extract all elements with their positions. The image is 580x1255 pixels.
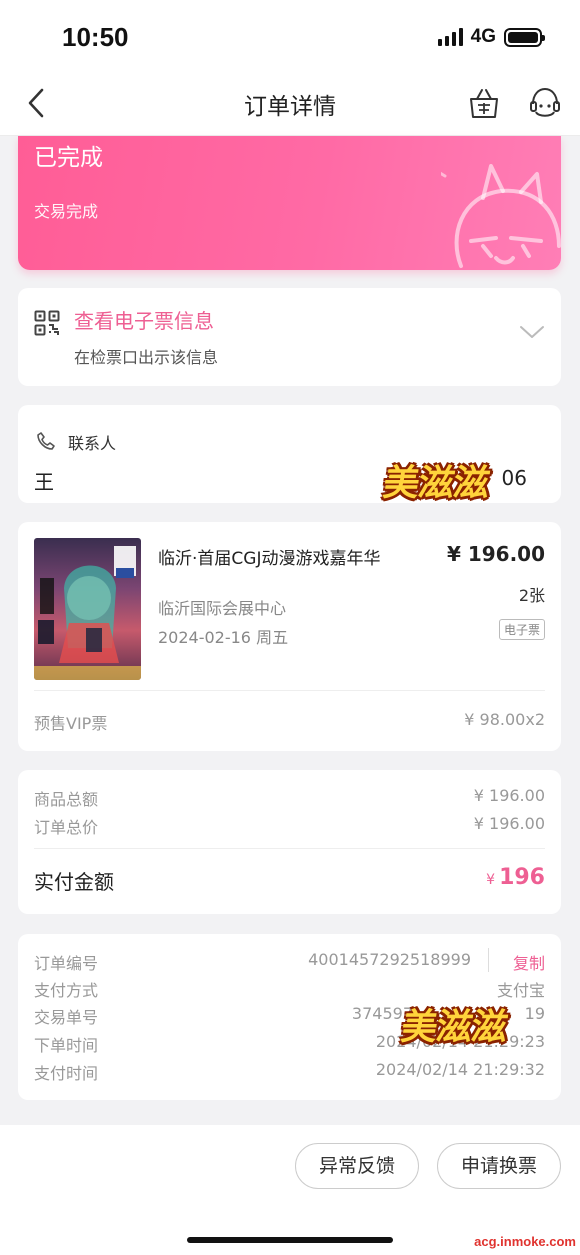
- trade-no-tail: 19: [524, 1004, 545, 1023]
- mascot-illustration: [441, 164, 561, 268]
- copy-button[interactable]: 复制: [513, 950, 545, 974]
- feedback-button[interactable]: 异常反馈: [295, 1143, 419, 1189]
- status-time: 10:50: [62, 22, 129, 52]
- e-ticket-card[interactable]: 查看电子票信息 在检票口出示该信息: [18, 288, 561, 386]
- order-no-value: 4001457292518999: [308, 950, 471, 969]
- paid-amount-value: ¥196: [486, 865, 545, 890]
- network-type: 4G: [470, 26, 496, 47]
- contact-name: 王: [34, 470, 54, 494]
- chevron-down-icon[interactable]: [519, 322, 545, 342]
- pay-method-label: 支付方式: [34, 981, 99, 1000]
- product-price: ¥ 196.00: [446, 542, 545, 566]
- exchange-ticket-button[interactable]: 申请换票: [437, 1143, 561, 1189]
- paid-amount-label: 实付金额: [34, 870, 114, 894]
- order-status-title: 已完成: [34, 145, 103, 171]
- product-venue: 临沂国际会展中心: [158, 599, 287, 618]
- home-indicator[interactable]: [187, 1237, 393, 1243]
- status-bar: 10:50 4G: [0, 0, 580, 72]
- product-card[interactable]: 临沂·首届CGJ动漫游戏嘉年华 ¥ 196.00 2张 临沂国际会展中心 202…: [18, 522, 561, 751]
- event-poster: [34, 538, 141, 680]
- paid-currency: ¥: [486, 872, 496, 888]
- order-status-card: 已完成 交易完成: [18, 136, 561, 270]
- paid-amount: 196: [499, 865, 545, 890]
- amount-card: 商品总额 ¥ 196.00 订单总价 ¥ 196.00 实付金额 ¥196: [18, 770, 561, 914]
- divider: [34, 848, 545, 849]
- pay-time-value: 2024/02/14 21:29:32: [375, 1060, 545, 1079]
- goods-total-label: 商品总额: [34, 790, 99, 809]
- pay-time-label: 支付时间: [34, 1064, 99, 1083]
- copy-separator: [488, 948, 489, 972]
- shopping-bag-icon[interactable]: [467, 86, 501, 120]
- order-time-label: 下单时间: [34, 1036, 99, 1055]
- product-date: 2024-02-16 周五: [158, 628, 289, 647]
- order-total-value: ¥ 196.00: [473, 814, 545, 833]
- status-indicators: 4G: [437, 26, 545, 48]
- signal-icon: [437, 28, 463, 46]
- site-watermark: acg.inmoke.com: [474, 1234, 576, 1249]
- goods-total-value: ¥ 196.00: [473, 786, 545, 805]
- nav-bar: 订单详情: [0, 72, 580, 136]
- watermark: 美滋滋: [380, 463, 492, 504]
- order-no-label: 订单编号: [34, 954, 99, 973]
- contact-phone: 06: [501, 466, 527, 490]
- trade-no-label: 交易单号: [34, 1008, 99, 1027]
- e-ticket-subtitle: 在检票口出示该信息: [74, 348, 219, 367]
- product-quantity: 2张: [518, 586, 545, 605]
- product-name: 临沂·首届CGJ动漫游戏嘉年华: [158, 549, 381, 569]
- order-status-subtitle: 交易完成: [34, 202, 99, 221]
- phone-icon: [37, 432, 55, 450]
- contact-label: 联系人: [68, 434, 117, 453]
- e-ticket-badge: 电子票: [498, 619, 545, 640]
- divider: [34, 690, 545, 691]
- qr-code-icon: [34, 310, 60, 336]
- order-total-label: 订单总价: [34, 818, 99, 837]
- customer-service-icon[interactable]: [528, 86, 562, 120]
- watermark: 美滋滋: [398, 1007, 510, 1048]
- battery-icon: [504, 27, 545, 47]
- e-ticket-title[interactable]: 查看电子票信息: [74, 305, 214, 334]
- ticket-unit-price: ¥ 98.00x2: [464, 710, 545, 729]
- ticket-type: 预售VIP票: [34, 714, 108, 733]
